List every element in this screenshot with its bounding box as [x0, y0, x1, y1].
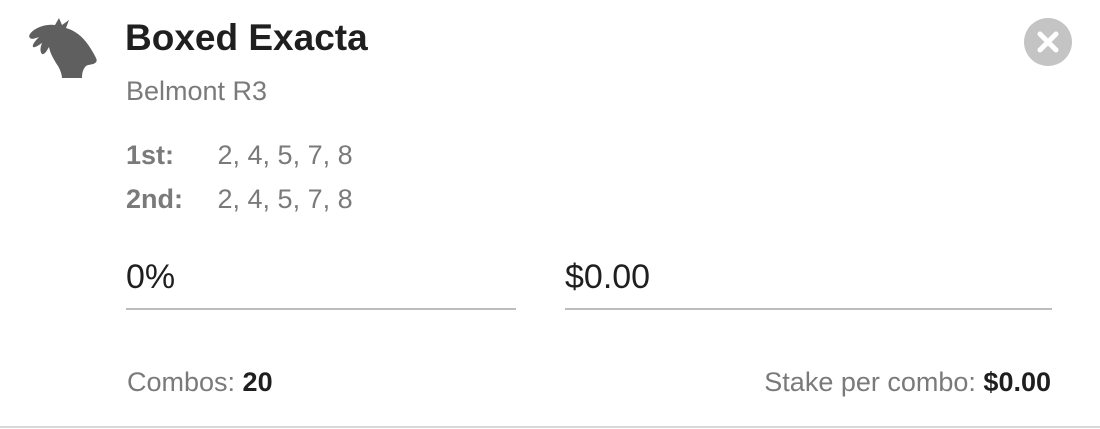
position-label: 2nd:	[126, 184, 183, 214]
divider	[0, 426, 1100, 428]
horse-head-icon	[26, 16, 98, 78]
position-label: 1st:	[126, 140, 175, 170]
bet-title: Boxed Exacta	[125, 17, 368, 58]
combos-label: Combos:	[127, 367, 243, 397]
bet-slip-card: Boxed Exacta Belmont R3 1st: 2, 4, 5, 7,…	[0, 0, 1100, 429]
stake-summary: Stake per combo: $0.00	[764, 364, 1051, 400]
percent-value: 0%	[126, 258, 176, 296]
close-button[interactable]	[1024, 18, 1072, 66]
selection-row-1st: 1st: 2, 4, 5, 7, 8	[126, 138, 353, 172]
race-name: Belmont R3	[126, 76, 268, 106]
selection-row-2nd: 2nd: 2, 4, 5, 7, 8	[126, 182, 353, 216]
combos-value: 20	[242, 367, 273, 397]
stake-value: $0.00	[983, 367, 1051, 397]
close-icon	[1037, 31, 1059, 53]
amount-input[interactable]: $0.00	[565, 252, 1052, 310]
amount-value: $0.00	[565, 258, 651, 296]
stake-label: Stake per combo:	[764, 367, 984, 397]
percent-input[interactable]: 0%	[126, 252, 516, 310]
runner-numbers: 2, 4, 5, 7, 8	[217, 184, 353, 214]
runner-numbers: 2, 4, 5, 7, 8	[217, 140, 353, 170]
combos-summary: Combos: 20	[127, 364, 273, 400]
